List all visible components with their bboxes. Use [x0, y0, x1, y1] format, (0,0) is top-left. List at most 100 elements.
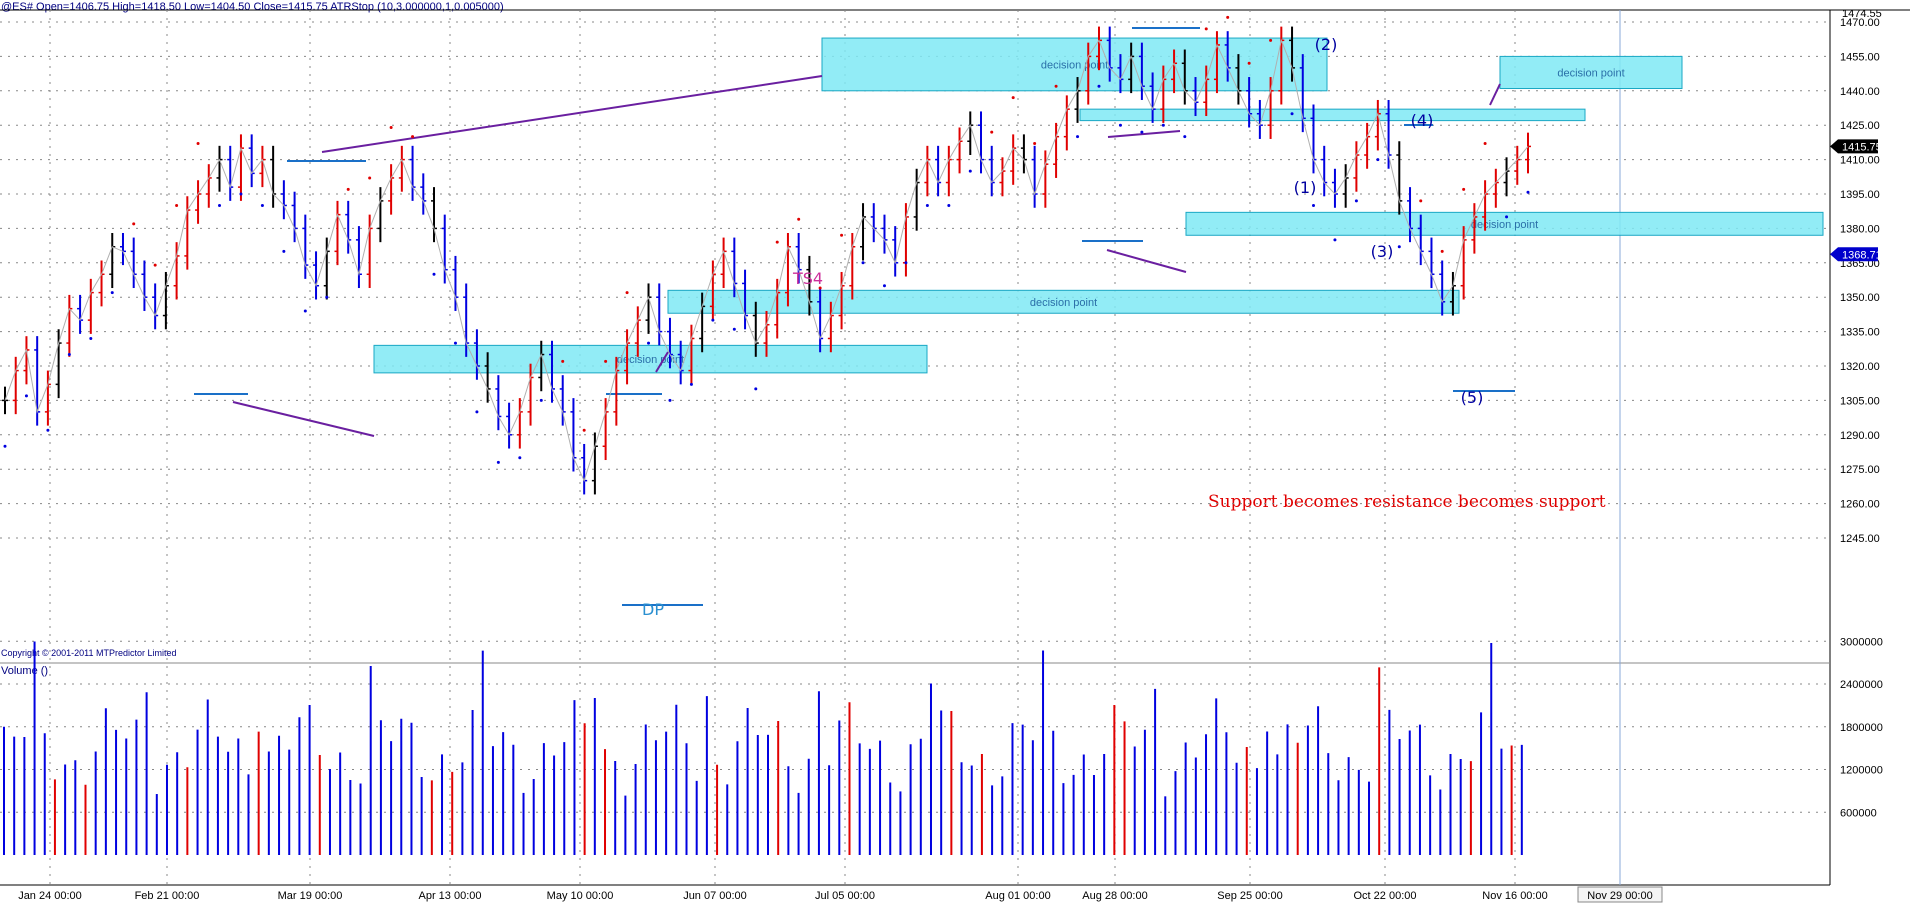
- price-tick-label: 1350.00: [1840, 292, 1880, 304]
- atr-stop-dot: [1033, 142, 1037, 146]
- atr-stop-dot: [1462, 187, 1466, 191]
- atr-stop-dot: [1483, 142, 1487, 146]
- atr-stop-dot: [1311, 203, 1315, 207]
- atr-stop-dot: [604, 359, 608, 363]
- trendline: [232, 401, 375, 437]
- atr-stop-dot: [24, 394, 28, 398]
- atr-stop-dot: [518, 456, 522, 460]
- atr-stop-dot: [196, 142, 200, 146]
- time-tick-label: Nov 16 00:00: [1482, 890, 1547, 902]
- volume-tick-label: 1200000: [1840, 765, 1883, 777]
- atr-stop-dot: [968, 169, 972, 173]
- atr-stop-dot: [882, 284, 886, 288]
- atr-stop-dot: [1247, 61, 1251, 65]
- atr-stop-dot: [1011, 96, 1015, 100]
- trendline: [321, 75, 823, 153]
- atr-stop-dot: [1161, 123, 1165, 127]
- time-tick-label: Mar 19 00:00: [278, 890, 343, 902]
- top-axis-label: 1474.55: [1842, 8, 1882, 20]
- chart-annotation: DP: [642, 600, 664, 619]
- atr-stop-dot: [711, 318, 715, 322]
- atr-stop-dot: [303, 309, 307, 313]
- atr-stop-dot: [754, 387, 758, 391]
- atr-stop-dot: [539, 398, 543, 402]
- decision-zone-label: decision point: [1557, 67, 1624, 79]
- atr-stop-dot: [689, 382, 693, 386]
- atr-stop-dot: [496, 460, 500, 464]
- atr-stop-dot: [260, 203, 264, 207]
- atr-stop-dot: [1054, 84, 1058, 88]
- atr-stop-dot: [282, 249, 286, 253]
- trendline: [1106, 249, 1187, 273]
- atr-stop-dot: [561, 359, 565, 363]
- time-tick-label: May 10 00:00: [547, 890, 614, 902]
- atr-stop-dot: [840, 233, 844, 237]
- atr-stop-dot: [218, 203, 222, 207]
- atr-stop-dot: [1440, 249, 1444, 253]
- volume-tick-label: 1800000: [1840, 722, 1883, 734]
- price-tick-label: 1455.00: [1840, 51, 1880, 63]
- atr-stop-dot: [1419, 199, 1423, 203]
- chart-annotation: (5): [1461, 388, 1484, 407]
- atr-stop-dot: [1269, 38, 1273, 42]
- price-tick-label: 1290.00: [1840, 430, 1880, 442]
- time-tick-label: Oct 22 00:00: [1354, 890, 1417, 902]
- atr-stop-dot: [1097, 84, 1101, 88]
- atr-stop-dot: [1140, 130, 1144, 134]
- atr-stop-dot: [3, 444, 7, 448]
- time-tick-label: Jan 24 00:00: [18, 890, 82, 902]
- atr-stop-dot: [647, 341, 651, 345]
- price-tick-label: 1275.00: [1840, 464, 1880, 476]
- time-tick-label: Jun 07 00:00: [683, 890, 747, 902]
- trendline: [1489, 83, 1501, 106]
- volume-tick-label: 3000000: [1840, 636, 1883, 648]
- atr-stop-label: 1368.71: [1842, 249, 1882, 261]
- time-tick-label: Apr 13 00:00: [419, 890, 482, 902]
- atr-stop-dot: [775, 240, 779, 244]
- atr-stop-dot: [1397, 245, 1401, 249]
- last-price-label: 1415.75: [1842, 141, 1882, 153]
- atr-stop-dot: [1376, 158, 1380, 162]
- atr-stop-dot: [1505, 215, 1509, 219]
- atr-stop-dot: [668, 398, 672, 402]
- atr-stop-dot: [1118, 123, 1122, 127]
- decision-zone-label: decision point: [1471, 219, 1538, 231]
- atr-stop-dot: [389, 125, 393, 129]
- atr-stop-dot: [925, 203, 929, 207]
- trendline: [1107, 130, 1181, 138]
- volume-tick-label: 600000: [1840, 807, 1877, 819]
- atr-stop-dot: [1290, 112, 1294, 116]
- price-tick-label: 1395.00: [1840, 189, 1880, 201]
- atr-stop-dot: [475, 410, 479, 414]
- chart-annotation: (4): [1411, 111, 1434, 130]
- atr-stop-dot: [1526, 190, 1530, 194]
- decision-zone-label: decision point: [1030, 297, 1097, 309]
- atr-stop-dot: [110, 291, 114, 295]
- chart-annotation: (3): [1371, 242, 1394, 261]
- atr-stop-dot: [1183, 135, 1187, 139]
- atr-stop-dot: [797, 217, 801, 221]
- price-tick-label: 1380.00: [1840, 223, 1880, 235]
- atr-stop-dot: [1354, 199, 1358, 203]
- price-tick-label: 1425.00: [1840, 120, 1880, 132]
- atr-stop-dot: [1333, 238, 1337, 242]
- chart-annotation: TS4: [792, 269, 823, 288]
- chart-annotation: (2): [1315, 35, 1338, 54]
- atr-stop-dot: [89, 336, 93, 340]
- price-tick-label: 1410.00: [1840, 155, 1880, 167]
- price-tick-label: 1440.00: [1840, 86, 1880, 98]
- price-tick-label: 1245.00: [1840, 533, 1880, 545]
- swing-path: [4, 38, 1529, 483]
- time-tick-label: Jul 05 00:00: [815, 890, 875, 902]
- atr-stop-dot: [132, 222, 136, 226]
- time-tick-label: Aug 01 00:00: [985, 890, 1050, 902]
- atr-stop-dot: [1204, 27, 1208, 31]
- price-chart[interactable]: 1245.00 1260.00 1275.00 1290.00 1305.00 1320.…: [0, 0, 1910, 903]
- time-tick-label: Feb 21 00:00: [135, 890, 200, 902]
- atr-stop-dot: [46, 428, 50, 432]
- atr-stop-dot: [368, 176, 372, 180]
- time-tick-label: Sep 25 00:00: [1217, 890, 1282, 902]
- atr-stop-dot: [1076, 135, 1080, 139]
- atr-stop-dot: [432, 272, 436, 276]
- atr-stop-dot: [904, 261, 908, 265]
